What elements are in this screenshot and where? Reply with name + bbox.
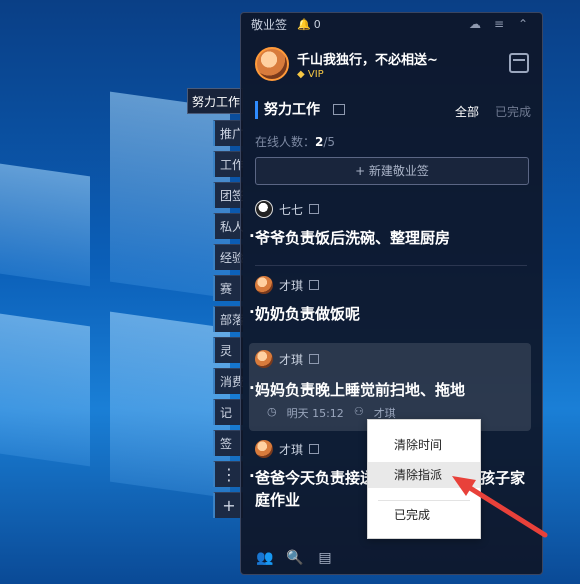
bottom-toolbar: 👥 🔍 ▤	[241, 542, 542, 574]
tab-category[interactable]: 工作	[213, 151, 243, 177]
avatar	[255, 350, 273, 368]
note-type-icon	[309, 354, 320, 364]
new-note-button[interactable]: + 新建敬业签	[255, 157, 529, 185]
bell-icon: 🔔	[297, 17, 311, 31]
author-name: 才琪	[279, 278, 304, 293]
clock-icon: ◷	[267, 405, 277, 418]
author-name: 才琪	[279, 352, 304, 367]
user-icon: ⚇	[353, 405, 364, 418]
wallpaper-light	[0, 313, 90, 467]
tab-category[interactable]: 团签	[213, 182, 243, 208]
note-text: 妈妈负责晚上睡觉前扫地、拖地	[249, 377, 525, 401]
note-item[interactable]: 才琪 奶奶负责做饭呢	[249, 275, 531, 335]
online-count: 在线人数：2/5	[255, 133, 335, 150]
edit-icon[interactable]	[333, 104, 345, 115]
note-type-icon	[309, 444, 320, 454]
notification-count: 0	[313, 17, 321, 31]
cloud-icon[interactable]: ☁	[466, 15, 484, 33]
filter-all-tab[interactable]: 全部	[455, 103, 479, 120]
avatar[interactable]	[255, 47, 289, 81]
notes-icon[interactable]: ▤	[315, 548, 335, 568]
more-tabs-button[interactable]: ⋮	[213, 461, 243, 487]
note-text: 爷爷负责饭后洗碗、整理厨房	[249, 225, 525, 249]
tab-active-category[interactable]: 努力工作	[187, 88, 243, 114]
online-label: 在线人数：	[255, 135, 316, 149]
note-text: 奶奶负责做饭呢	[249, 301, 525, 325]
tab-category[interactable]: 经验	[213, 244, 243, 270]
user-name: 千山我独行，不必相送~	[297, 53, 438, 68]
online-total: /5	[323, 135, 336, 149]
context-menu: 清除时间 清除指派 已完成	[367, 419, 481, 539]
note-item[interactable]: 七七 爷爷负责饭后洗碗、整理厨房	[249, 199, 531, 259]
tab-category[interactable]: 记	[213, 399, 243, 425]
menu-icon[interactable]: ≡	[490, 15, 508, 33]
author-name: 才琪	[279, 442, 304, 457]
wallpaper-light	[0, 163, 90, 287]
note-author: 才琪	[255, 275, 320, 295]
menu-item-mark-done[interactable]: 已完成	[368, 502, 480, 528]
app-title: 敬业签	[251, 17, 288, 32]
title-bar: 敬业签 🔔 0 ☁ ≡ ⌃	[241, 13, 542, 35]
users-icon[interactable]: 👥	[255, 548, 275, 568]
menu-item-clear-assign[interactable]: 清除指派	[368, 462, 480, 488]
tab-category[interactable]: 灵	[213, 337, 243, 363]
note-type-icon	[309, 280, 320, 290]
vip-label: VIP	[307, 69, 324, 80]
tab-category[interactable]: 消费	[213, 368, 243, 394]
avatar	[255, 200, 273, 218]
note-item[interactable]: 才琪 妈妈负责晚上睡觉前扫地、拖地 ◷ 明天 15:12 ⚇ 才琪	[249, 343, 531, 431]
note-author: 七七	[255, 199, 320, 219]
tab-category[interactable]: 推广	[213, 120, 243, 146]
note-type-icon	[309, 204, 320, 214]
note-time: 明天 15:12	[286, 407, 344, 420]
calendar-icon[interactable]	[509, 53, 529, 73]
section-title: 努力工作	[255, 101, 320, 119]
tab-category[interactable]: 部落	[213, 306, 243, 332]
filter-done-tab[interactable]: 已完成	[495, 103, 531, 120]
divider	[255, 265, 527, 266]
avatar	[255, 440, 273, 458]
note-author: 才琪	[255, 439, 320, 459]
tab-category[interactable]: 赛	[213, 275, 243, 301]
chevron-up-icon[interactable]: ⌃	[514, 15, 532, 33]
tab-category[interactable]: 签	[213, 430, 243, 456]
author-name: 七七	[279, 202, 304, 217]
vip-badge: ◆ VIP	[297, 69, 324, 80]
wallpaper-light	[110, 91, 230, 299]
wallpaper-light	[110, 311, 230, 499]
avatar	[255, 276, 273, 294]
note-author: 才琪	[255, 349, 320, 369]
tab-category[interactable]: 私人	[213, 213, 243, 239]
add-tab-button[interactable]: +	[213, 492, 243, 518]
user-profile: 千山我独行，不必相送~ ◆ VIP	[255, 47, 531, 87]
menu-item-clear-time[interactable]: 清除时间	[368, 432, 480, 458]
menu-divider	[378, 500, 470, 501]
section-header: 努力工作 全部 已完成	[255, 101, 531, 121]
notification-button[interactable]: 🔔 0	[297, 18, 321, 31]
search-icon[interactable]: 🔍	[285, 548, 305, 568]
